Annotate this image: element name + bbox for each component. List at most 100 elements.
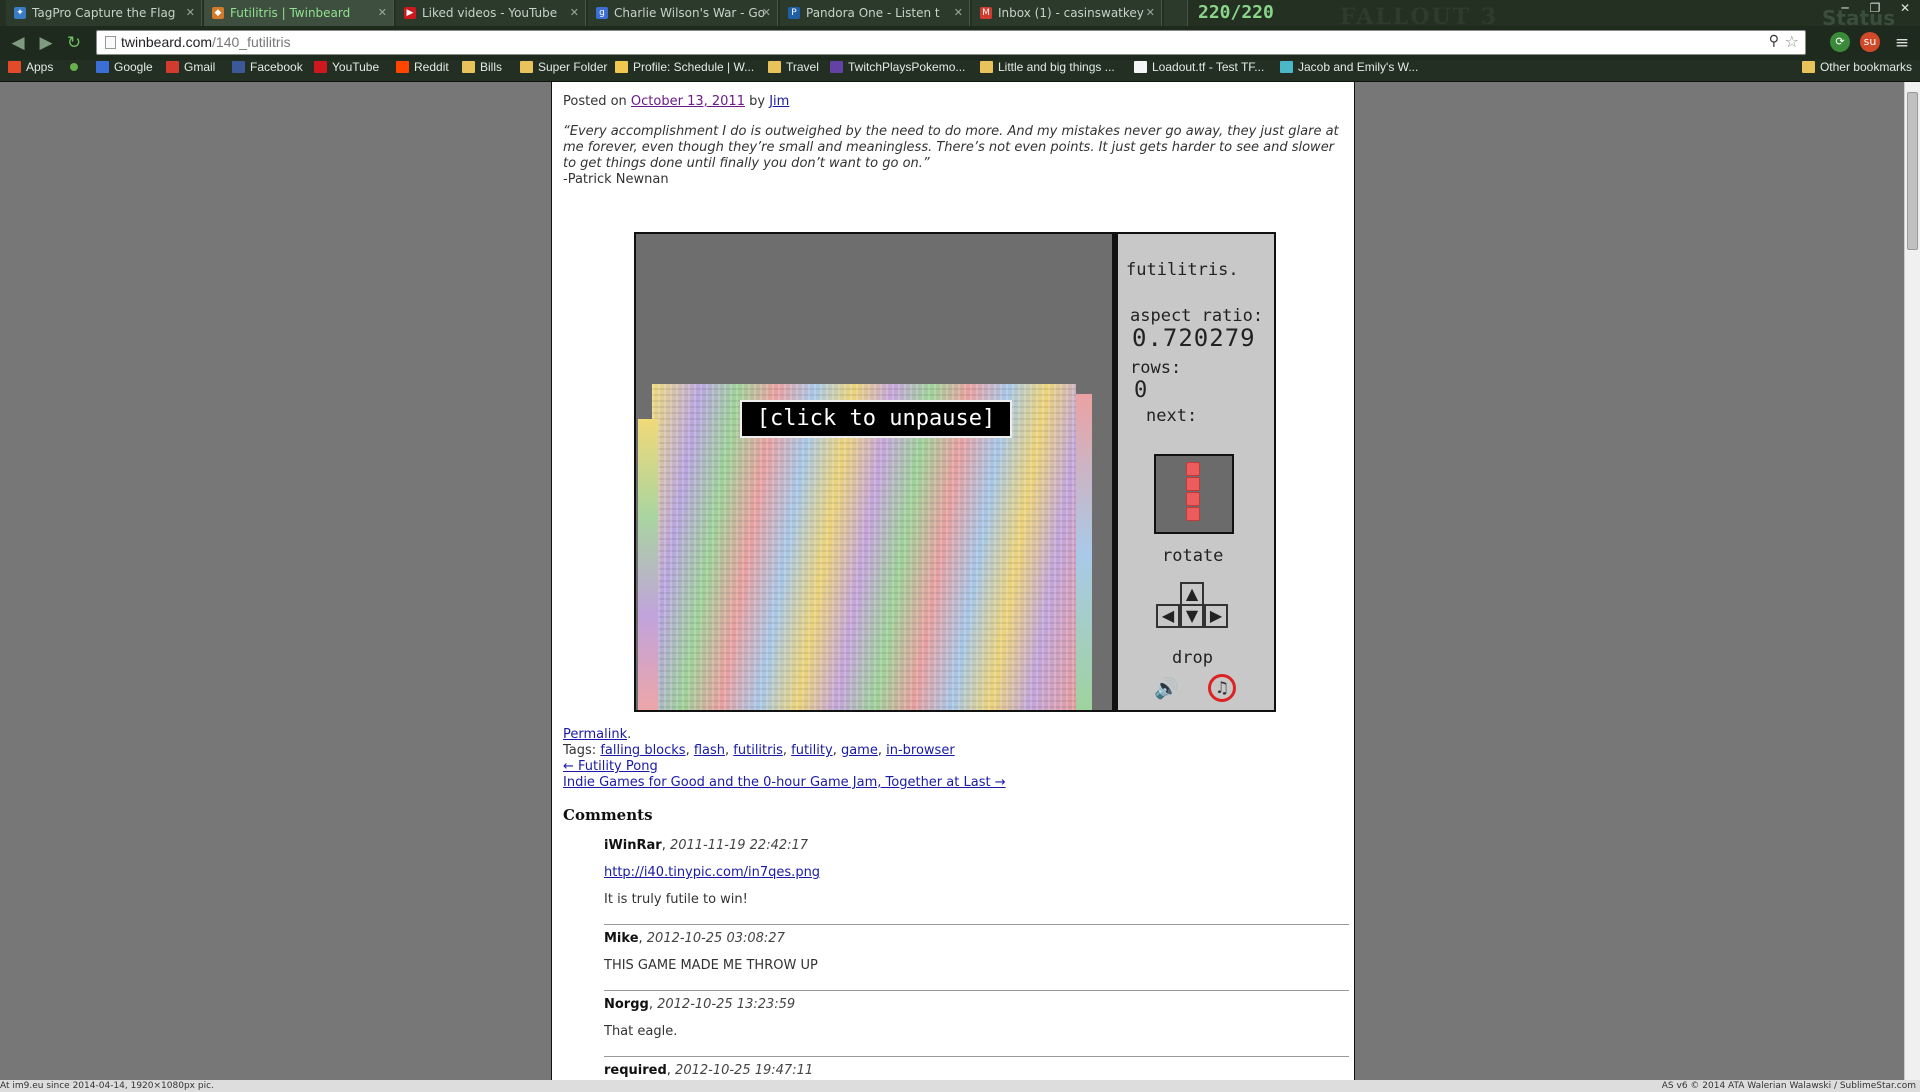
bookmark-label: Profile: Schedule | W...	[633, 60, 755, 74]
close-icon[interactable]: ✕	[954, 0, 963, 26]
tag-link[interactable]: futilitris	[733, 743, 783, 758]
aspect-ratio-value: 0.720279	[1132, 324, 1256, 352]
bookmark-super-folder[interactable]: Super Folder	[520, 60, 607, 82]
tag-link[interactable]: falling blocks	[600, 743, 685, 758]
post-date-link[interactable]: October 13, 2011	[631, 94, 745, 109]
bookmark-bills[interactable]: Bills	[462, 60, 502, 82]
minimize-button[interactable]: ─	[1830, 0, 1860, 20]
tab-tagpro[interactable]: ✦ TagPro Capture the Flag ✕	[6, 0, 202, 26]
comment: iWinRar, 2011-11-19 22:42:17 http://i40.…	[604, 838, 1349, 907]
bookmark-profile-schedule-w[interactable]: Profile: Schedule | W...	[615, 60, 754, 82]
tab-gmail[interactable]: M Inbox (1) - casinswatkey ✕	[972, 0, 1162, 26]
maximize-button[interactable]: ❐	[1860, 0, 1890, 20]
reload-icon[interactable]: ↻	[62, 31, 86, 55]
up-arrow-key[interactable]: ▲	[1180, 582, 1204, 606]
tag-link[interactable]: flash	[694, 743, 725, 758]
close-icon[interactable]: ✕	[1146, 0, 1155, 26]
bookmark-apps[interactable]: Apps	[8, 60, 53, 82]
back-icon[interactable]: ◀	[6, 31, 30, 55]
close-window-button[interactable]: ✕	[1890, 0, 1920, 20]
comment-link[interactable]: http://i40.tinypic.com/in7qes.png	[604, 865, 820, 880]
previous-post-link[interactable]: ← Futility Pong	[563, 759, 658, 774]
status-bar: At im9.eu since 2014-04-14, 1920×1080px …	[0, 1080, 1920, 1092]
bookmark-reddit[interactable]: Reddit	[396, 60, 449, 82]
bookmark-label: Super Folder	[538, 60, 608, 74]
drop-label: drop	[1172, 648, 1213, 668]
next-label: next:	[1146, 406, 1198, 426]
extension-refresh-icon[interactable]: ⟳	[1830, 32, 1850, 52]
new-tab-button[interactable]	[1164, 0, 1188, 26]
forward-icon[interactable]: ▶	[34, 31, 58, 55]
tab-title: Liked videos - YouTube	[422, 6, 558, 20]
next-post-link[interactable]: Indie Games for Good and the 0-hour Game…	[563, 775, 1006, 790]
tag-link[interactable]: futility	[791, 743, 833, 758]
unpause-button[interactable]: [click to unpause]	[740, 400, 1012, 438]
game-playfield[interactable]: [click to unpause]	[634, 232, 1114, 712]
bookmark-youtube[interactable]: YouTube	[314, 60, 379, 82]
bookmark-label: Loadout.tf - Test TF...	[1152, 60, 1265, 74]
green-dot-icon	[70, 63, 78, 71]
gmail-icon	[166, 61, 179, 73]
next-piece-block	[1186, 492, 1200, 506]
tab-youtube[interactable]: ▶ Liked videos - YouTube ✕	[396, 0, 586, 26]
comment-divider	[604, 924, 1349, 925]
tab-google-search[interactable]: g Charlie Wilson's War - Go ✕	[588, 0, 778, 26]
close-icon[interactable]: ✕	[570, 0, 579, 26]
close-icon[interactable]: ✕	[762, 0, 771, 26]
next-piece-block	[1186, 477, 1200, 491]
close-icon[interactable]: ✕	[378, 0, 387, 26]
comments-heading: Comments	[563, 806, 653, 824]
tab-title: Futilitris | Twinbeard	[230, 6, 351, 20]
stumbleupon-icon[interactable]: su	[1860, 32, 1880, 52]
comment-divider	[604, 1056, 1349, 1057]
tab-futilitris[interactable]: ◆ Futilitris | Twinbeard ✕	[204, 0, 394, 26]
bookmark-google[interactable]: Google	[96, 60, 153, 82]
bookmark-twitchplayspokemo[interactable]: TwitchPlaysPokemo...	[830, 60, 965, 82]
bookmark-label: Gmail	[184, 60, 216, 74]
bookmark-facebook[interactable]: Facebook	[232, 60, 303, 82]
other-bookmarks[interactable]: Other bookmarks	[1801, 60, 1912, 82]
bookmark-item[interactable]	[70, 60, 83, 82]
left-arrow-key[interactable]: ◀	[1156, 604, 1180, 628]
twitch-icon	[830, 61, 843, 73]
window-controls: ─ ❐ ✕	[1830, 0, 1920, 20]
down-arrow-key[interactable]: ▼	[1180, 604, 1204, 628]
game-title: futilitris.	[1126, 260, 1239, 280]
comment-body: THIS GAME MADE ME THROW UP	[604, 958, 818, 973]
tab-hud-text: 220/220	[1198, 2, 1274, 23]
bookmark-loadout-tf-test-tf[interactable]: Loadout.tf - Test TF...	[1134, 60, 1264, 82]
rotate-label: rotate	[1162, 546, 1224, 566]
bookmark-little-and-big-things[interactable]: Little and big things ...	[980, 60, 1115, 82]
bookmark-travel[interactable]: Travel	[768, 60, 819, 82]
scrollbar-thumb[interactable]	[1907, 92, 1918, 250]
close-icon[interactable]: ✕	[186, 0, 195, 26]
address-bar[interactable]: twinbeard.com/140_futilitris ⚲ ☆	[96, 30, 1806, 55]
reddit-icon	[396, 61, 409, 73]
url-text[interactable]: twinbeard.com/140_futilitris	[121, 34, 291, 50]
bookmark-jacob-and-emily-s-w[interactable]: Jacob and Emily's W...	[1280, 60, 1418, 82]
quote-attribution: -Patrick Newnan	[563, 172, 669, 187]
comment-author: Norgg	[604, 997, 649, 1012]
comment-author: required	[604, 1063, 667, 1078]
url-path: /140_futilitris	[212, 34, 291, 50]
sound-icon[interactable]: 🔊	[1154, 676, 1179, 700]
music-muted-icon[interactable]: ♫	[1208, 674, 1236, 702]
tag-link[interactable]: in-browser	[886, 743, 955, 758]
bookmarks-bar: Apps Google Gmail Facebook YouTube Reddit Bill…	[0, 60, 1920, 82]
menu-icon[interactable]: ≡	[1890, 31, 1914, 55]
author-link[interactable]: Jim	[769, 94, 789, 109]
folder-icon	[1801, 61, 1815, 73]
comment-divider	[604, 990, 1349, 991]
bookmark-gmail[interactable]: Gmail	[166, 60, 215, 82]
post-meta: Posted on October 13, 2011 by Jim	[563, 94, 789, 109]
bookmark-star-icon[interactable]: ☆	[1785, 32, 1799, 51]
vertical-scrollbar[interactable]	[1904, 82, 1920, 1080]
game-embed[interactable]: [click to unpause] futilitris. aspect ra…	[634, 232, 1276, 716]
tag-link[interactable]: game	[841, 743, 878, 758]
zoom-icon[interactable]: ⚲	[1769, 33, 1779, 49]
tab-pandora[interactable]: P Pandora One - Listen t ✕	[780, 0, 970, 26]
comment-date: 2012-10-25 03:08:27	[646, 931, 785, 946]
right-arrow-key[interactable]: ▶	[1204, 604, 1228, 628]
permalink[interactable]: Permalink	[563, 727, 627, 742]
folder-icon	[980, 61, 993, 73]
